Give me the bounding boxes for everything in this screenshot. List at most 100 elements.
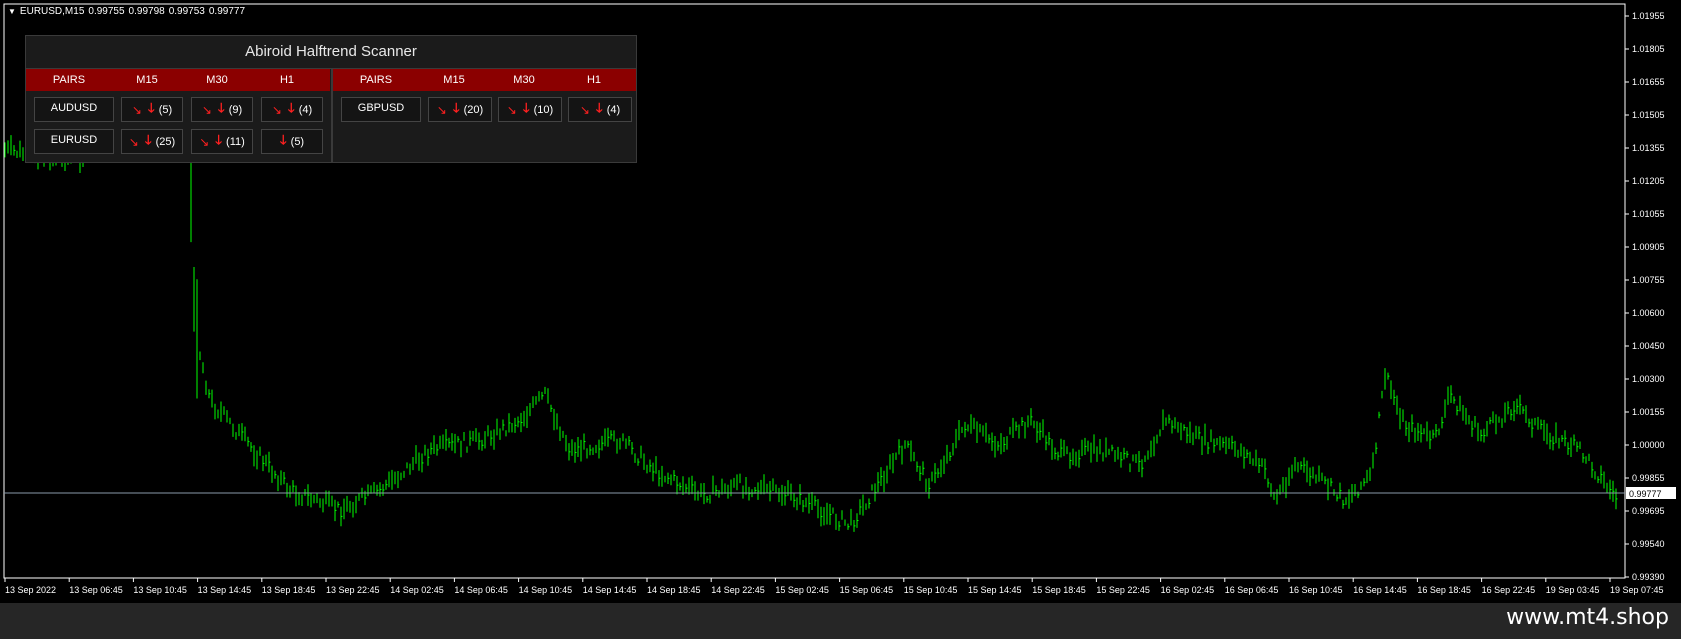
price-axis-label: 1.01655 (1632, 77, 1665, 87)
signal-count: (11) (226, 135, 245, 148)
time-axis-label: 13 Sep 2022 (5, 585, 56, 595)
down-arrow-icon: 🡓 (452, 99, 460, 115)
price-axis-label: 1.01505 (1632, 110, 1665, 120)
diagonal-down-arrow-icon: ↘ (128, 134, 139, 149)
time-axis-label: 15 Sep 22:45 (1096, 585, 1150, 595)
time-axis-label: 16 Sep 14:45 (1353, 585, 1407, 595)
price-axis-label: 1.00600 (1632, 308, 1665, 318)
header-pairs: PAIRS (359, 74, 393, 86)
time-axis-label: 16 Sep 06:45 (1225, 585, 1279, 595)
header-m30: M30 (513, 74, 535, 86)
down-arrow-icon: 🡓 (595, 99, 603, 115)
signal-count: (10) (533, 103, 554, 116)
current-price-label: 0.99777 (1629, 489, 1662, 499)
diagonal-down-arrow-icon: ↘ (131, 102, 142, 117)
time-axis-label: 13 Sep 18:45 (262, 585, 316, 595)
symbol-timeframe: EURUSD,M15 (19, 6, 85, 17)
down-arrow-icon: 🡓 (215, 131, 223, 147)
header-pairs: PAIRS (52, 74, 86, 86)
right-header-row: PAIRS M15 M30 H1 (333, 69, 636, 91)
price-axis-label: 1.01805 (1632, 44, 1665, 54)
diagonal-down-arrow-icon: ↘ (199, 134, 210, 149)
pair-button-gbpusd[interactable]: GBPUSD (341, 97, 421, 122)
time-axis-label: 13 Sep 14:45 (198, 585, 252, 595)
signal-gbpusd-h1[interactable]: ↘ 🡓 (4) (568, 97, 632, 122)
panel-divider (331, 69, 333, 163)
signal-gbpusd-m15[interactable]: ↘ 🡓 (20) (428, 97, 492, 122)
time-axis-label: 14 Sep 06:45 (454, 585, 508, 595)
time-axis-label: 14 Sep 02:45 (390, 585, 444, 595)
time-axis-label: 14 Sep 22:45 (711, 585, 765, 595)
down-arrow-icon: 🡓 (217, 99, 225, 115)
pair-button-eurusd[interactable]: EURUSD (34, 129, 114, 154)
left-header-row: PAIRS M15 M30 H1 (26, 69, 330, 91)
time-axis-label: 19 Sep 07:45 (1610, 585, 1664, 595)
time-axis-label: 15 Sep 10:45 (904, 585, 958, 595)
watermark-text: www.mt4.shop (1506, 605, 1669, 630)
signal-eurusd-m15[interactable]: ↘ 🡓 (25) (121, 129, 183, 154)
open-price: 0.99755 (88, 6, 125, 17)
price-axis-label: 1.00905 (1632, 242, 1665, 252)
signal-count: (4) (606, 103, 621, 116)
price-axis-label: 1.01055 (1632, 209, 1665, 219)
diagonal-down-arrow-icon: ↘ (201, 102, 212, 117)
price-axis-label: 0.99390 (1632, 572, 1665, 582)
signal-gbpusd-m30[interactable]: ↘ 🡓 (10) (498, 97, 562, 122)
price-axis-label: 1.00000 (1632, 440, 1665, 450)
down-arrow-icon: 🡓 (147, 99, 155, 115)
header-h1: H1 (279, 74, 295, 86)
time-axis-label: 15 Sep 02:45 (775, 585, 829, 595)
symbol-info-line: ▼ EURUSD,M15 0.99755 0.99798 0.99753 0.9… (8, 6, 249, 17)
low-price: 0.99753 (168, 6, 205, 17)
time-axis-label: 15 Sep 14:45 (968, 585, 1022, 595)
close-price: 0.99777 (208, 6, 246, 17)
candle-bars (4, 126, 1618, 532)
halftrend-scanner-panel: Abiroid Halftrend Scanner PAIRS M15 M30 … (25, 35, 637, 163)
price-axis-label: 1.00755 (1632, 275, 1665, 285)
time-axis-label: 14 Sep 14:45 (583, 585, 637, 595)
down-arrow-icon: 🡓 (522, 99, 530, 115)
time-axis-label: 16 Sep 02:45 (1161, 585, 1215, 595)
signal-count: (25) (155, 135, 176, 148)
price-axis-label: 1.00450 (1632, 341, 1665, 351)
signal-count: (20) (463, 103, 484, 116)
signal-eurusd-h1[interactable]: 🡓 (5) (261, 129, 323, 154)
time-axis-label: 19 Sep 03:45 (1546, 585, 1600, 595)
price-axis-label: 1.01355 (1632, 143, 1665, 153)
chart-window[interactable]: 1.01955 1.01805 1.01655 1.01505 1.01355 1.012… (0, 0, 1681, 603)
time-axis-label: 14 Sep 18:45 (647, 585, 701, 595)
header-m15: M15 (136, 74, 158, 86)
time-axis-label: 15 Sep 06:45 (840, 585, 894, 595)
down-arrow-icon: 🡓 (287, 99, 295, 115)
signal-count: (4) (298, 103, 313, 116)
price-axis-label: 0.99855 (1632, 473, 1665, 483)
time-axis-label: 14 Sep 10:45 (519, 585, 573, 595)
pair-button-audusd[interactable]: AUDUSD (34, 97, 114, 122)
price-axis-label: 1.01955 (1632, 11, 1665, 21)
time-axis-label: 15 Sep 18:45 (1032, 585, 1086, 595)
signal-audusd-h1[interactable]: ↘ 🡓 (4) (261, 97, 323, 122)
time-axis-label: 16 Sep 22:45 (1482, 585, 1536, 595)
signal-audusd-m30[interactable]: ↘ 🡓 (9) (191, 97, 253, 122)
time-axis-label: 16 Sep 10:45 (1289, 585, 1343, 595)
scanner-title: Abiroid Halftrend Scanner (26, 36, 636, 69)
pair-label: EURUSD (50, 133, 98, 146)
signal-audusd-m15[interactable]: ↘ 🡓 (5) (121, 97, 183, 122)
collapse-triangle-icon[interactable]: ▼ (8, 7, 16, 16)
down-arrow-icon: 🡓 (144, 131, 152, 147)
pair-label: AUDUSD (50, 101, 98, 114)
header-h1: H1 (586, 74, 602, 86)
price-axis-label: 1.00300 (1632, 374, 1665, 384)
header-m15: M15 (443, 74, 465, 86)
pair-label: GBPUSD (357, 101, 405, 114)
signal-count: (9) (228, 103, 243, 116)
price-axis-label: 0.99695 (1632, 506, 1665, 516)
signal-eurusd-m30[interactable]: ↘ 🡓 (11) (191, 129, 253, 154)
diagonal-down-arrow-icon: ↘ (436, 102, 447, 117)
diagonal-down-arrow-icon: ↘ (506, 102, 517, 117)
signal-count: (5) (290, 135, 305, 148)
time-axis-label: 13 Sep 22:45 (326, 585, 380, 595)
signal-count: (5) (158, 103, 173, 116)
diagonal-down-arrow-icon: ↘ (579, 102, 590, 117)
high-price: 0.99798 (128, 6, 165, 17)
